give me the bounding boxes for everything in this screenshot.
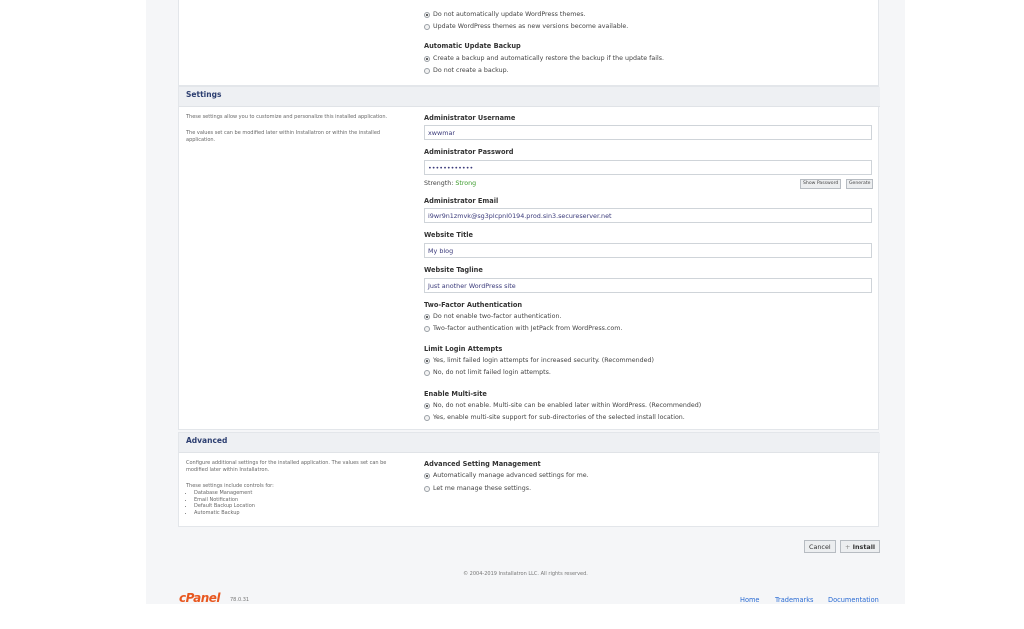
radio-label: Create a backup and automatically restor… <box>433 55 665 62</box>
strength-label: Strength: <box>424 180 454 187</box>
radio-label: Yes, limit failed login attempts for inc… <box>433 357 655 364</box>
backup-create-radio[interactable]: Create a backup and automatically restor… <box>424 55 664 62</box>
radio-indicator <box>424 325 430 332</box>
radio-indicator <box>424 402 430 409</box>
radio-indicator <box>424 67 430 74</box>
advanced-card: Advanced Configure additional settings f… <box>178 432 880 527</box>
cpanel-logo: cPanel <box>179 591 221 605</box>
settings-title: Settings <box>186 90 222 99</box>
twofa-jetpack-radio[interactable]: Two-factor authentication with JetPack f… <box>424 325 622 332</box>
settings-note: The values set can be modified later wit… <box>186 130 381 143</box>
settings-header: Settings <box>179 87 880 107</box>
install-button[interactable]: + Install <box>840 540 881 553</box>
admin-email-label: Administrator Email <box>424 197 499 205</box>
themes-no-update-radio[interactable]: Do not automatically update WordPress th… <box>424 11 586 18</box>
radio-indicator <box>424 357 430 364</box>
admin-email-input[interactable]: i9wr9n1zmvk@sg3plcpnl0194.prod.sin3.secu… <box>424 208 872 223</box>
settings-card: Settings These settings allow you to cus… <box>178 86 880 430</box>
website-tagline-input[interactable]: Just another WordPress site <box>424 278 872 293</box>
limit-login-no-radio[interactable]: No, do not limit failed login attempts. <box>424 369 551 376</box>
multisite-yes-radio[interactable]: Yes, enable multi-site support for sub-d… <box>424 414 685 421</box>
limit-login-label: Limit Login Attempts <box>424 345 503 353</box>
radio-indicator <box>424 23 430 30</box>
footer-link-trademarks[interactable]: Trademarks <box>775 596 813 604</box>
radio-indicator <box>424 414 430 421</box>
footer-link-documentation[interactable]: Documentation <box>828 596 879 604</box>
settings-description: These settings allow you to customize an… <box>186 114 388 120</box>
auto-manage-radio[interactable]: Automatically manage advanced settings f… <box>424 472 589 479</box>
radio-indicator <box>424 472 430 479</box>
twofa-disable-radio[interactable]: Do not enable two-factor authentication. <box>424 313 561 320</box>
radio-label: No, do not enable. Multi-site can be ena… <box>433 402 702 409</box>
list-item: Default Backup Location <box>194 503 255 510</box>
radio-label: Do not enable two-factor authentication. <box>433 313 562 320</box>
install-label: Install <box>852 543 876 551</box>
updates-card: Do not automatically update WordPress th… <box>178 0 879 86</box>
limit-login-yes-radio[interactable]: Yes, limit failed login attempts for inc… <box>424 357 654 364</box>
themes-update-radio[interactable]: Update WordPress themes as new versions … <box>424 23 628 30</box>
manual-manage-radio[interactable]: Let me manage these settings. <box>424 485 531 492</box>
twofa-label: Two-Factor Authentication <box>424 301 523 309</box>
radio-indicator <box>424 369 430 376</box>
strength-value: Strong <box>455 180 477 187</box>
footer-link-home[interactable]: Home <box>740 596 759 604</box>
backup-none-radio[interactable]: Do not create a backup. <box>424 67 509 74</box>
admin-password-input[interactable]: •••••••••••• <box>424 160 872 175</box>
multisite-no-radio[interactable]: No, do not enable. Multi-site can be ena… <box>424 402 701 409</box>
radio-label: Do not automatically update WordPress th… <box>433 11 586 18</box>
admin-username-label: Administrator Username <box>424 114 516 122</box>
copyright: © 2004-2019 Installatron LLC. All rights… <box>463 571 588 577</box>
website-title-label: Website Title <box>424 231 473 239</box>
website-title-input[interactable]: My blog <box>424 243 872 258</box>
radio-label: Let me manage these settings. <box>433 485 532 492</box>
advanced-controls-list: Database Management Email Notification D… <box>190 490 255 516</box>
show-password-button[interactable]: Show Password <box>800 179 842 189</box>
admin-username-input[interactable]: xwwmar <box>424 125 872 140</box>
radio-label: Yes, enable multi-site support for sub-d… <box>433 414 685 421</box>
cancel-button[interactable]: Cancel <box>804 540 836 553</box>
generate-password-button[interactable]: Generate <box>846 179 874 189</box>
plus-icon: + <box>845 543 851 551</box>
cpanel-version: 78.0.31 <box>230 597 250 603</box>
radio-label: No, do not limit failed login attempts. <box>433 369 551 376</box>
website-tagline-label: Website Tagline <box>424 266 483 274</box>
radio-indicator <box>424 485 430 492</box>
advanced-controls-intro: These settings include controls for: <box>186 483 274 489</box>
radio-label: Two-factor authentication with JetPack f… <box>433 325 623 332</box>
list-item: Database Management <box>194 490 255 497</box>
radio-indicator <box>424 11 430 18</box>
multisite-label: Enable Multi-site <box>424 390 487 398</box>
list-item: Automatic Backup <box>194 510 255 517</box>
backup-label: Automatic Update Backup <box>424 42 521 50</box>
radio-label: Update WordPress themes as new versions … <box>433 23 629 30</box>
advanced-description: Configure additional settings for the in… <box>186 460 387 473</box>
password-strength: Strength: Strong <box>424 180 476 187</box>
admin-password-label: Administrator Password <box>424 148 514 156</box>
radio-label: Automatically manage advanced settings f… <box>433 472 589 479</box>
advanced-mgmt-label: Advanced Setting Management <box>424 460 541 468</box>
radio-label: Do not create a backup. <box>433 67 509 74</box>
radio-indicator <box>424 313 430 320</box>
radio-indicator <box>424 55 430 62</box>
advanced-header: Advanced <box>179 433 880 453</box>
advanced-title: Advanced <box>186 436 228 445</box>
